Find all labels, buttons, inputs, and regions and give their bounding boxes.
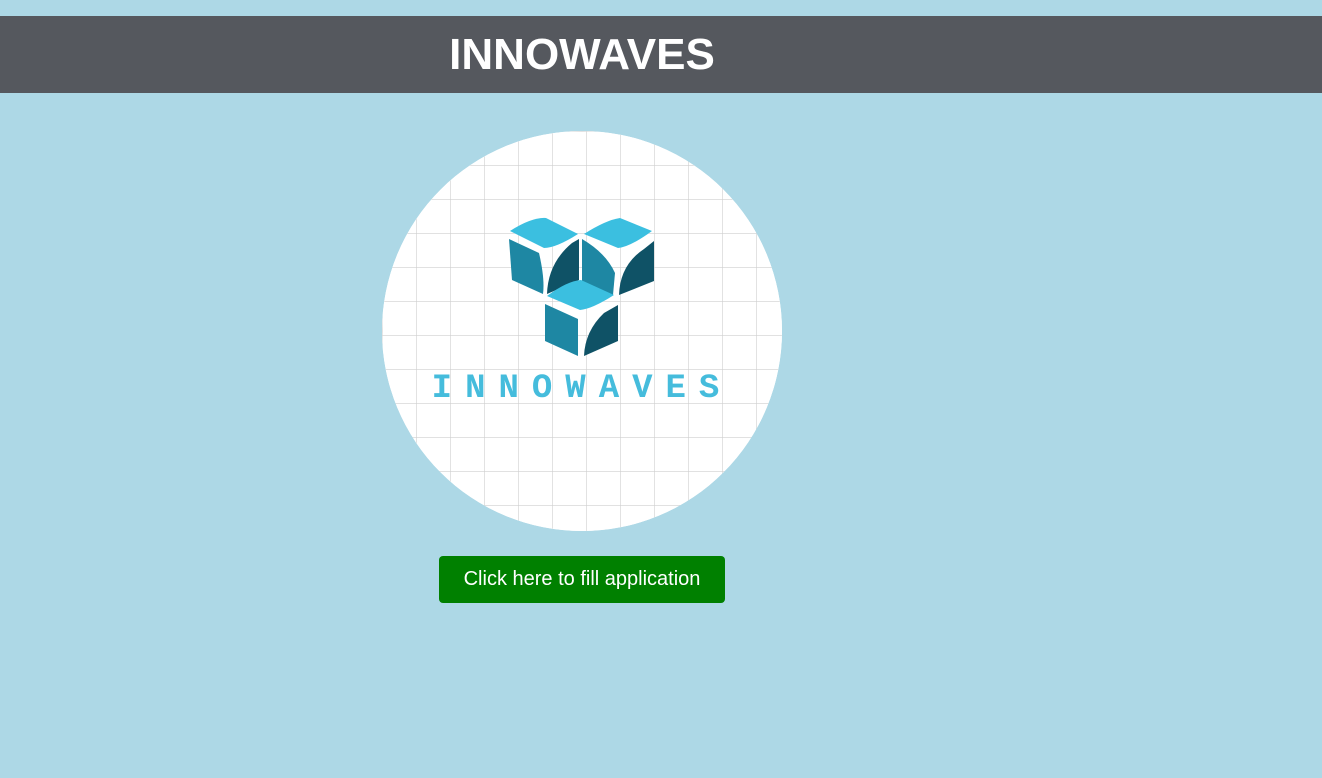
grid-background xyxy=(382,131,782,531)
innowaves-logo: INNOWAVES xyxy=(382,131,782,531)
page: INNOWAVES INNOWAVES Click here to fill a… xyxy=(0,0,1322,778)
header-bar: INNOWAVES xyxy=(0,16,1322,93)
fill-application-button[interactable]: Click here to fill application xyxy=(439,556,725,603)
page-title: INNOWAVES xyxy=(449,30,715,79)
logo-wordmark: INNOWAVES xyxy=(432,370,733,408)
logo-graphic: INNOWAVES xyxy=(382,131,782,531)
